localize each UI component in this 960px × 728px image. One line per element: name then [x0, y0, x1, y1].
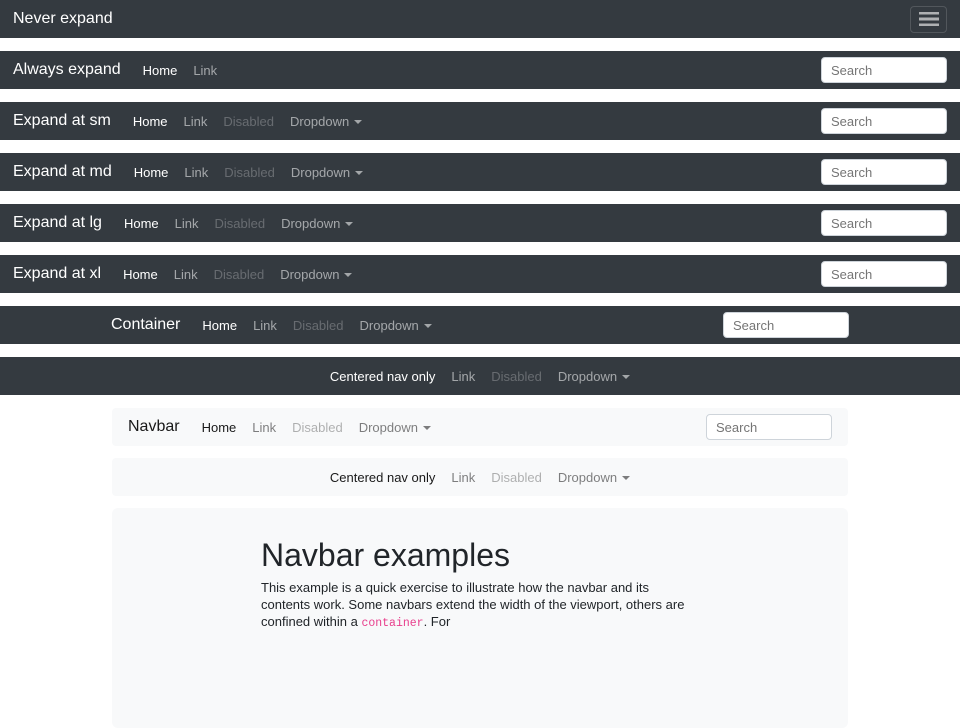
navbar-toggler-button[interactable] [910, 6, 947, 33]
dropdown-toggle[interactable]: Dropdown [550, 470, 638, 485]
nav-link-disabled: Disabled [483, 369, 550, 384]
dropdown-toggle[interactable]: Dropdown [273, 216, 361, 231]
dropdown-toggle[interactable]: Dropdown [351, 420, 439, 435]
nav-links: Home Link Disabled Dropdown [115, 267, 360, 282]
dropdown-toggle[interactable]: Dropdown [272, 267, 360, 282]
intro-paragraph: This example is a quick exercise to illu… [261, 579, 699, 632]
navbar-container: Container Home Link Disabled Dropdown [0, 306, 960, 344]
caret-down-icon [622, 375, 630, 379]
caret-down-icon [622, 476, 630, 480]
dropdown-label: Dropdown [558, 369, 617, 384]
dropdown-label: Dropdown [360, 318, 419, 333]
caret-down-icon [423, 426, 431, 430]
nav-links: Centered nav only Link Disabled Dropdown [322, 369, 638, 384]
navbar-centered-light: Centered nav only Link Disabled Dropdown [112, 458, 848, 496]
nav-link-disabled: Disabled [215, 114, 282, 129]
navbar-container-inner: Container Home Link Disabled Dropdown [110, 306, 850, 344]
navbar-brand[interactable]: Expand at md [13, 163, 112, 181]
main-content: Navbar Home Link Disabled Dropdown Cente… [112, 408, 848, 728]
navbar-expand-xl: Expand at xl Home Link Disabled Dropdown [0, 255, 960, 293]
dropdown-toggle[interactable]: Dropdown [282, 114, 370, 129]
nav-link-link[interactable]: Link [176, 165, 216, 180]
search-input[interactable] [821, 159, 947, 185]
dropdown-label: Dropdown [291, 165, 350, 180]
page-title: Navbar examples [261, 536, 699, 574]
nav-link-home[interactable]: Home [194, 420, 245, 435]
nav-link-link[interactable]: Link [443, 470, 483, 485]
nav-links: Home Link Disabled Dropdown [194, 318, 439, 333]
nav-links: Centered nav only Link Disabled Dropdown [322, 470, 638, 485]
dropdown-label: Dropdown [558, 470, 617, 485]
search-input[interactable] [821, 108, 947, 134]
nav-link-centered[interactable]: Centered nav only [322, 470, 444, 485]
dropdown-label: Dropdown [281, 216, 340, 231]
navbar-brand[interactable]: Expand at lg [13, 214, 102, 232]
dropdown-label: Dropdown [280, 267, 339, 282]
nav-link-link[interactable]: Link [167, 216, 207, 231]
nav-links: Home Link [135, 63, 226, 78]
nav-link-home[interactable]: Home [194, 318, 245, 333]
navbar-light: Navbar Home Link Disabled Dropdown [112, 408, 848, 446]
dropdown-toggle[interactable]: Dropdown [283, 165, 371, 180]
navbar-brand[interactable]: Navbar [128, 418, 180, 436]
search-input[interactable] [821, 261, 947, 287]
nav-link-home[interactable]: Home [115, 267, 166, 282]
search-input[interactable] [706, 414, 832, 440]
nav-link-link[interactable]: Link [166, 267, 206, 282]
search-input[interactable] [723, 312, 849, 338]
navbar-expand-md: Expand at md Home Link Disabled Dropdown [0, 153, 960, 191]
nav-link-link[interactable]: Link [176, 114, 216, 129]
hamburger-icon [919, 12, 939, 26]
nav-link-disabled: Disabled [285, 318, 352, 333]
caret-down-icon [424, 324, 432, 328]
caret-down-icon [345, 222, 353, 226]
navbar-brand[interactable]: Expand at sm [13, 112, 111, 130]
search-input[interactable] [821, 57, 947, 83]
caret-down-icon [354, 120, 362, 124]
jumbotron-inner: Navbar examples This example is a quick … [261, 536, 699, 632]
nav-link-link[interactable]: Link [185, 63, 225, 78]
nav-link-home[interactable]: Home [116, 216, 167, 231]
caret-down-icon [344, 273, 352, 277]
nav-link-disabled: Disabled [207, 216, 274, 231]
navbar-always-expand: Always expand Home Link [0, 51, 960, 89]
nav-link-link[interactable]: Link [443, 369, 483, 384]
nav-link-centered[interactable]: Centered nav only [322, 369, 444, 384]
nav-link-disabled: Disabled [206, 267, 273, 282]
navbar-brand[interactable]: Always expand [13, 61, 121, 79]
nav-links: Home Link Disabled Dropdown [194, 420, 439, 435]
nav-links: Home Link Disabled Dropdown [126, 165, 371, 180]
navbar-expand-lg: Expand at lg Home Link Disabled Dropdown [0, 204, 960, 242]
caret-down-icon [355, 171, 363, 175]
nav-link-link[interactable]: Link [244, 420, 284, 435]
navbar-brand[interactable]: Never expand [13, 10, 113, 28]
nav-link-disabled: Disabled [284, 420, 351, 435]
navbar-expand-sm: Expand at sm Home Link Disabled Dropdown [0, 102, 960, 140]
dropdown-toggle[interactable]: Dropdown [352, 318, 440, 333]
nav-link-home[interactable]: Home [135, 63, 186, 78]
paragraph-text: . For [424, 614, 451, 629]
nav-links: Home Link Disabled Dropdown [125, 114, 370, 129]
navbar-brand[interactable]: Container [111, 316, 180, 334]
dropdown-label: Dropdown [359, 420, 418, 435]
search-input[interactable] [821, 210, 947, 236]
navbar-never-expand: Never expand [0, 0, 960, 38]
navbar-centered-dark: Centered nav only Link Disabled Dropdown [0, 357, 960, 395]
dropdown-label: Dropdown [290, 114, 349, 129]
nav-links: Home Link Disabled Dropdown [116, 216, 361, 231]
nav-link-disabled: Disabled [483, 470, 550, 485]
dropdown-toggle[interactable]: Dropdown [550, 369, 638, 384]
nav-link-link[interactable]: Link [245, 318, 285, 333]
nav-link-home[interactable]: Home [125, 114, 176, 129]
nav-link-home[interactable]: Home [126, 165, 177, 180]
jumbotron: Navbar examples This example is a quick … [112, 508, 848, 728]
navbar-brand[interactable]: Expand at xl [13, 265, 101, 283]
inline-code-container: container [361, 617, 423, 630]
nav-link-disabled: Disabled [216, 165, 283, 180]
paragraph-text: This example is a quick exercise to illu… [261, 580, 684, 629]
